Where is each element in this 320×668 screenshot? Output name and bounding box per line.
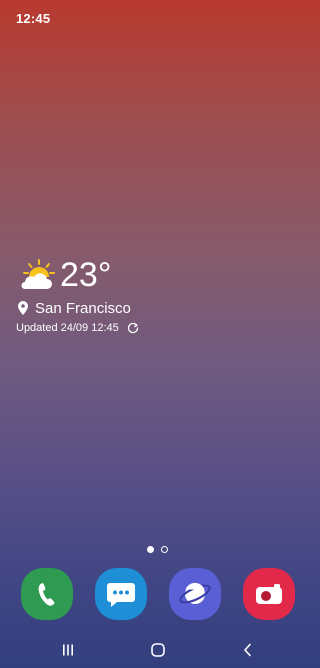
refresh-icon[interactable]: [127, 322, 139, 334]
temperature: 23°: [60, 256, 112, 294]
home-button[interactable]: [146, 641, 170, 659]
status-time: 12:45: [16, 11, 51, 26]
recents-icon: [63, 644, 73, 656]
back-icon: [244, 643, 251, 657]
partly-sunny-icon: [18, 258, 56, 292]
app-dock: [0, 568, 316, 622]
camera-icon: [256, 584, 282, 604]
camera-app[interactable]: [243, 568, 295, 620]
internet-app[interactable]: [169, 568, 221, 620]
updated-row: Updated 24/09 12:45: [16, 320, 139, 336]
page-dot[interactable]: [161, 546, 168, 553]
page-indicator[interactable]: [147, 545, 171, 555]
location-name: San Francisco: [35, 299, 131, 317]
recents-button[interactable]: [56, 641, 80, 659]
messages-icon: [107, 583, 135, 607]
location-row: San Francisco: [18, 299, 131, 317]
weather-widget[interactable]: 23° San Francisco Updated 24/09 12:45: [16, 256, 216, 340]
navigation-bar: [0, 632, 316, 668]
page-dot-active[interactable]: [147, 546, 154, 553]
internet-planet-icon: [179, 582, 211, 604]
phone-app[interactable]: [21, 568, 73, 620]
status-bar: 12:45: [0, 0, 316, 36]
phone-icon: [38, 583, 55, 606]
updated-timestamp: Updated 24/09 12:45: [16, 322, 119, 334]
location-pin-icon: [18, 301, 28, 315]
back-button[interactable]: [236, 641, 260, 659]
home-icon: [151, 643, 165, 657]
messages-app[interactable]: [95, 568, 147, 620]
